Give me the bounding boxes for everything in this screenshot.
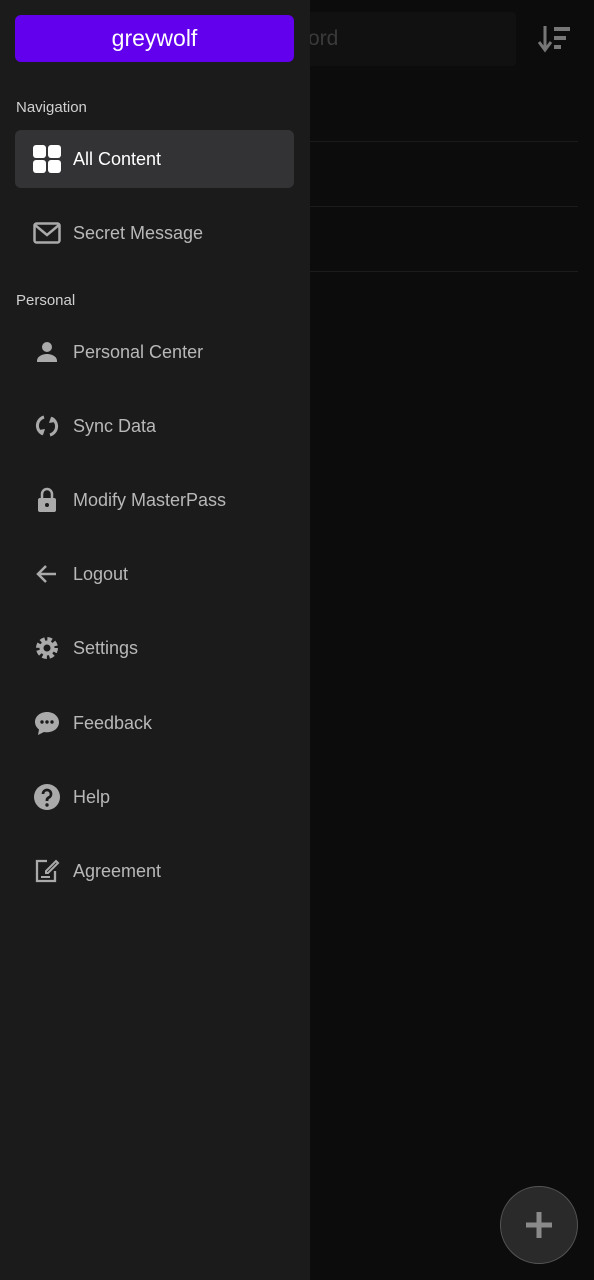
search-placeholder: ord	[308, 27, 339, 50]
menu-item-label: Logout	[73, 563, 129, 584]
username-button[interactable]: greywolf	[15, 15, 294, 62]
feedback-icon	[35, 712, 59, 735]
arrow-left-icon	[36, 565, 56, 583]
menu-item-personal-center[interactable]: Personal Center	[15, 323, 294, 381]
menu-item-feedback[interactable]: Feedback	[15, 694, 294, 752]
menu-item-help[interactable]: Help	[15, 768, 294, 826]
section-navigation: Navigation	[16, 99, 87, 116]
add-button[interactable]	[500, 1186, 578, 1264]
navigation-drawer: greywolf Navigation All Content Secret M…	[0, 0, 310, 1280]
list-divider	[310, 271, 578, 272]
menu-item-agreement[interactable]: Agreement	[15, 842, 294, 900]
menu-item-label: Secret Message	[73, 222, 204, 243]
mail-icon	[33, 222, 61, 244]
gear-icon	[36, 637, 58, 659]
plus-icon	[526, 1212, 552, 1238]
menu-item-sync-data[interactable]: Sync Data	[15, 397, 294, 455]
list-divider	[310, 141, 578, 142]
sort-descending-icon[interactable]	[538, 24, 572, 54]
menu-item-logout[interactable]: Logout	[15, 545, 294, 603]
lock-icon	[38, 487, 56, 512]
menu-item-label: Agreement	[73, 860, 162, 881]
menu-item-label: Personal Center	[73, 341, 204, 362]
help-icon	[34, 784, 60, 810]
list-divider	[310, 206, 578, 207]
menu-item-label: Modify MasterPass	[73, 489, 227, 510]
search-input[interactable]: ord	[280, 12, 516, 66]
menu-item-label: Sync Data	[73, 415, 157, 436]
sync-icon	[35, 415, 59, 437]
menu-item-label: All Content	[73, 148, 162, 169]
menu-item-modify-masterpass[interactable]: Modify MasterPass	[15, 471, 294, 529]
grid-icon	[33, 145, 61, 173]
section-personal: Personal	[16, 292, 76, 309]
edit-document-icon	[35, 859, 60, 883]
menu-item-label: Settings	[73, 637, 139, 658]
menu-item-all-content[interactable]: All Content	[15, 130, 294, 188]
person-icon	[37, 342, 57, 362]
menu-item-settings[interactable]: Settings	[15, 619, 294, 677]
menu-item-secret-message[interactable]: Secret Message	[15, 204, 294, 262]
menu-item-label: Help	[73, 786, 111, 807]
menu-item-label: Feedback	[73, 712, 153, 733]
